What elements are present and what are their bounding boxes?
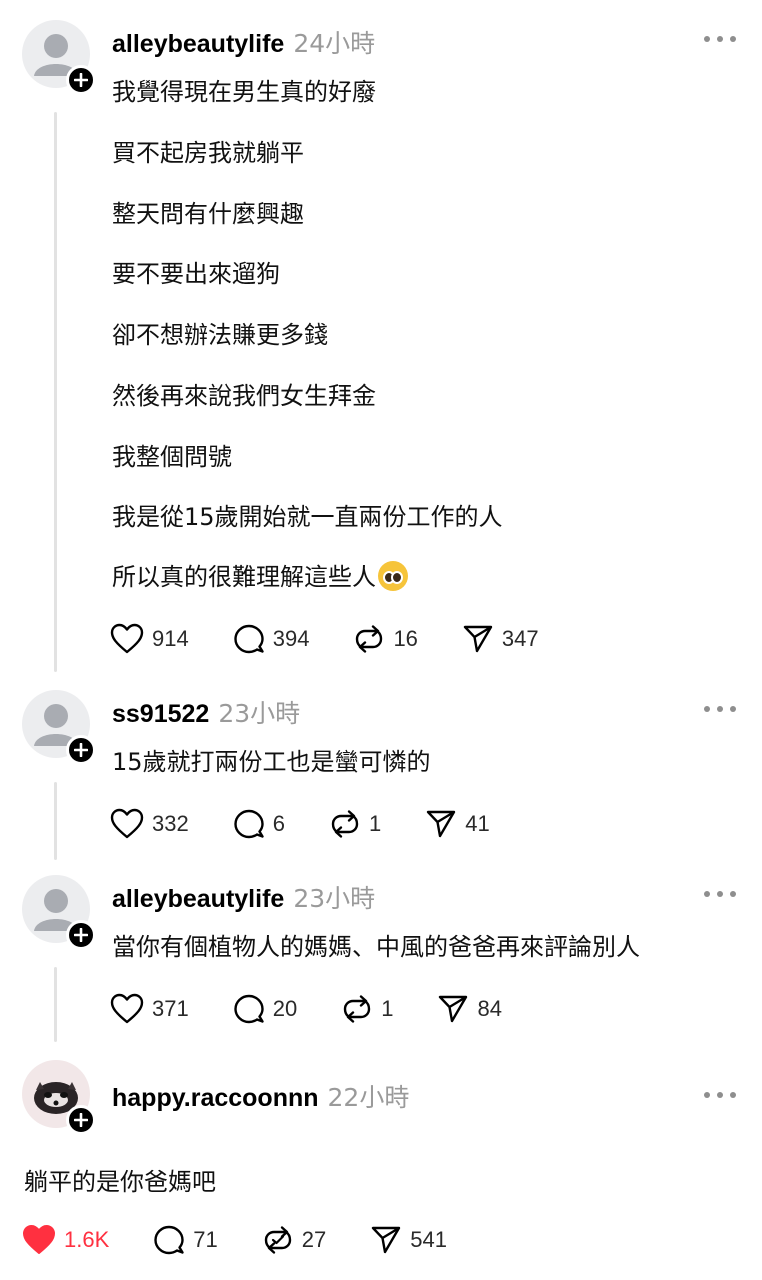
like-button[interactable]: 332	[110, 808, 189, 840]
avatar[interactable]	[22, 20, 96, 95]
post-text-line: 整天問有什麼興趣	[112, 200, 304, 228]
repost-button[interactable]: 1	[341, 993, 393, 1025]
more-dots-icon[interactable]	[704, 1090, 736, 1100]
post-text-line: 卻不想辦法賺更多錢	[112, 321, 328, 349]
post-header: happy.raccoonnn 22小時	[112, 1078, 409, 1113]
heart-icon	[110, 623, 144, 654]
comment-bubble-icon	[234, 624, 264, 654]
comment-bubble-icon	[234, 809, 264, 839]
follow-plus-icon[interactable]	[66, 735, 96, 765]
thread-post-1: alleybeautylife 24小時 我覺得現在男生真的好廢 買不起房我就躺…	[0, 0, 762, 680]
share-button[interactable]: 347	[462, 623, 539, 655]
post-text-line: 要不要出來遛狗	[112, 260, 280, 288]
username[interactable]: alleybeautylife	[112, 885, 284, 914]
post-header: alleybeautylife 23小時	[112, 879, 375, 914]
username[interactable]: happy.raccoonnn	[112, 1084, 319, 1113]
like-count: 914	[152, 626, 189, 651]
follow-plus-icon[interactable]	[66, 65, 96, 95]
post-text-line: 我是從15歲開始就一直兩份工作的人	[112, 503, 503, 531]
more-dots-icon[interactable]	[704, 704, 736, 714]
like-count: 332	[152, 811, 189, 836]
action-bar: 371 20 1 84	[110, 992, 546, 1026]
share-count: 84	[477, 996, 502, 1021]
comment-button[interactable]: 20	[233, 993, 297, 1025]
more-dots-icon[interactable]	[704, 889, 736, 899]
post-text: 所以真的很難理解這些人	[112, 563, 376, 591]
like-count: 371	[152, 996, 189, 1021]
repost-icon	[331, 810, 359, 838]
post-text-line: 我整個問號	[112, 443, 232, 471]
send-icon	[427, 810, 456, 838]
repost-count: 16	[393, 626, 418, 651]
share-count: 347	[501, 626, 539, 651]
send-icon	[439, 995, 468, 1023]
share-count: 541	[410, 1227, 447, 1252]
action-bar: 914 394 16 347	[110, 622, 583, 656]
avatar[interactable]	[22, 1060, 96, 1135]
timestamp: 24小時	[293, 29, 376, 58]
timestamp: 23小時	[218, 699, 301, 728]
comment-bubble-icon	[154, 1225, 184, 1255]
timestamp: 23小時	[293, 884, 376, 913]
like-button[interactable]: 914	[110, 623, 189, 655]
thread-post-4: happy.raccoonnn 22小時 躺平的是你爸媽吧 1.6K 71 27…	[0, 1050, 762, 1280]
action-bar: 332 6 1 41	[110, 807, 534, 841]
repost-button[interactable]: 27	[262, 1224, 326, 1256]
like-button[interactable]: 1.6K	[22, 1224, 109, 1256]
username[interactable]: ss91522	[112, 700, 209, 729]
comment-count: 71	[193, 1227, 218, 1252]
post-header: alleybeautylife 24小時	[112, 24, 375, 59]
heart-icon	[110, 993, 144, 1024]
repost-button[interactable]: 16	[353, 623, 418, 655]
send-icon	[463, 625, 493, 653]
thread-post-3: alleybeautylife 23小時 當你有個植物人的媽媽、中風的爸爸再來評…	[0, 865, 762, 1050]
comment-bubble-icon	[234, 994, 264, 1024]
timestamp: 22小時	[327, 1083, 410, 1112]
share-button[interactable]: 541	[370, 1224, 447, 1256]
more-dots-icon[interactable]	[704, 34, 736, 44]
comment-count: 6	[272, 811, 285, 836]
repost-button[interactable]: 1	[329, 808, 381, 840]
repost-icon	[356, 625, 383, 653]
thread-connector-line	[54, 112, 57, 672]
post-text-line: 我覺得現在男生真的好廢	[112, 78, 376, 106]
action-bar: 1.6K 71 27 541	[22, 1223, 491, 1257]
post-text-line: 買不起房我就躺平	[112, 139, 304, 167]
repost-count: 27	[301, 1227, 327, 1252]
repost-icon	[264, 1226, 291, 1254]
repost-count: 1	[368, 811, 382, 836]
thread-connector-line	[54, 967, 57, 1042]
post-text-line-with-emoji: 所以真的很難理解這些人	[112, 557, 408, 592]
post-header: ss91522 23小時	[112, 694, 300, 729]
repost-count: 1	[381, 996, 394, 1021]
comment-button[interactable]: 71	[153, 1224, 218, 1256]
share-count: 41	[465, 811, 490, 836]
like-count: 1.6K	[64, 1227, 110, 1252]
follow-plus-icon[interactable]	[66, 920, 96, 950]
pleading-face-emoji-icon	[378, 561, 408, 591]
like-button[interactable]: 371	[110, 993, 189, 1025]
share-button[interactable]: 41	[425, 808, 490, 840]
username[interactable]: alleybeautylife	[112, 30, 284, 59]
thread-connector-line	[54, 782, 57, 860]
avatar[interactable]	[22, 690, 96, 765]
heart-filled-icon	[23, 1225, 55, 1254]
avatar[interactable]	[22, 875, 96, 950]
comment-button[interactable]: 6	[233, 808, 285, 840]
follow-plus-icon[interactable]	[66, 1105, 96, 1135]
thread-post-2: ss91522 23小時 15歲就打兩份工也是蠻可憐的 332 6 1 41	[0, 680, 762, 870]
post-text-line: 當你有個植物人的媽媽、中風的爸爸再來評論別人	[112, 933, 640, 961]
heart-icon	[110, 808, 144, 839]
send-icon	[372, 1226, 401, 1254]
repost-icon	[344, 995, 371, 1023]
comment-count: 20	[272, 996, 298, 1021]
post-text-line: 15歲就打兩份工也是蠻可憐的	[112, 748, 431, 776]
share-button[interactable]: 84	[437, 993, 502, 1025]
post-text-line: 然後再來說我們女生拜金	[112, 382, 376, 410]
post-text-line: 躺平的是你爸媽吧	[24, 1168, 216, 1196]
comment-button[interactable]: 394	[233, 623, 310, 655]
comment-count: 394	[272, 626, 310, 651]
